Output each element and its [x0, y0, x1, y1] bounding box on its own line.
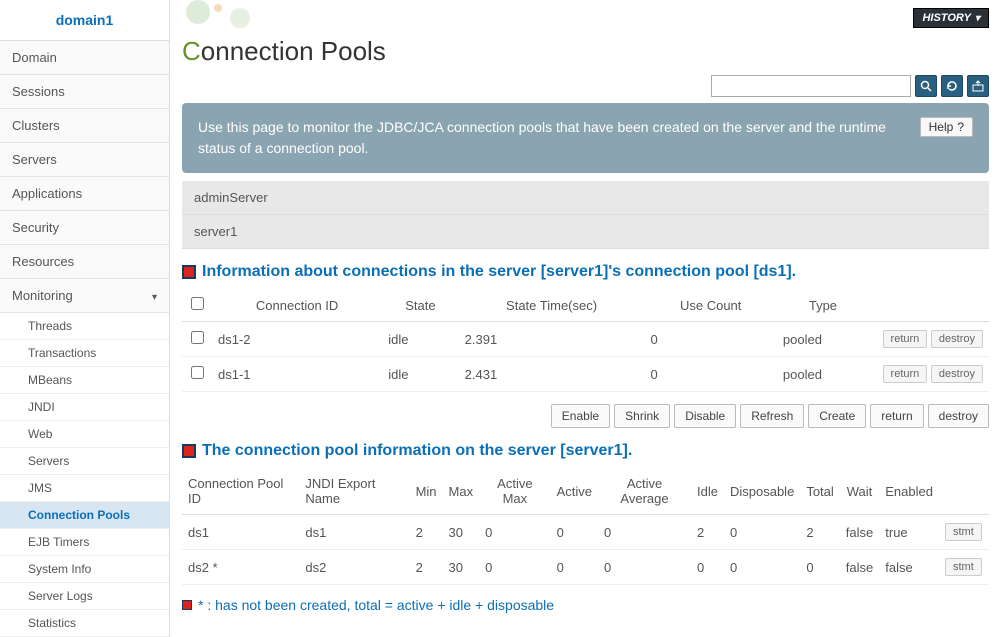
- export-xml-icon[interactable]: [967, 75, 989, 97]
- return-button[interactable]: return: [883, 365, 928, 383]
- column-header: State: [382, 289, 458, 322]
- pool-info-table: Connection Pool IDJNDI Export NameMinMax…: [182, 468, 989, 585]
- column-header: Use Count: [644, 289, 776, 322]
- table-row: ds1-1idle2.4310pooledreturn destroy: [182, 357, 989, 392]
- disable-button[interactable]: Disable: [674, 404, 736, 428]
- sidebar-item-domain[interactable]: Domain: [0, 41, 169, 75]
- table-row: ds1ds1230000202falsetruestmt: [182, 515, 989, 550]
- sidebar-subitem-transactions[interactable]: Transactions: [0, 340, 169, 367]
- column-header: Min: [410, 468, 443, 515]
- create-button[interactable]: Create: [808, 404, 866, 428]
- column-header: Active Max: [479, 468, 551, 515]
- destroy-button[interactable]: destroy: [931, 365, 983, 383]
- row-checkbox[interactable]: [191, 331, 204, 344]
- table-row: ds1-2idle2.3910pooledreturn destroy: [182, 322, 989, 357]
- column-header: Active: [551, 468, 598, 515]
- sidebar-subitem-system-info[interactable]: System Info: [0, 556, 169, 583]
- section-icon: [182, 265, 196, 279]
- search-input[interactable]: [711, 75, 911, 97]
- sidebar-item-clusters[interactable]: Clusters: [0, 109, 169, 143]
- shrink-button[interactable]: Shrink: [614, 404, 670, 428]
- refresh-button[interactable]: Refresh: [740, 404, 804, 428]
- return-button[interactable]: return: [883, 330, 928, 348]
- main-content: HISTORY Connection Pools Use this page t…: [170, 0, 1001, 637]
- refresh-icon[interactable]: [941, 75, 963, 97]
- search-icon[interactable]: [915, 75, 937, 97]
- page-title: Connection Pools: [182, 28, 989, 75]
- section-title-poolinfo: The connection pool information on the s…: [182, 442, 989, 460]
- sidebar-subitem-connection-pools[interactable]: Connection Pools: [0, 502, 169, 529]
- column-header: Total: [800, 468, 839, 515]
- sidebar-subitem-statistics[interactable]: Statistics: [0, 610, 169, 637]
- sidebar-item-applications[interactable]: Applications: [0, 177, 169, 211]
- column-header: Connection Pool ID: [182, 468, 299, 515]
- sidebar-subitem-ejb-timers[interactable]: EJB Timers: [0, 529, 169, 556]
- sidebar-subitem-server-logs[interactable]: Server Logs: [0, 583, 169, 610]
- select-all-checkbox[interactable]: [191, 297, 204, 310]
- section-icon: [182, 444, 196, 458]
- help-icon: ?: [957, 120, 964, 134]
- column-header: Idle: [691, 468, 724, 515]
- help-button[interactable]: Help ?: [920, 117, 973, 137]
- sidebar-item-resources[interactable]: Resources: [0, 245, 169, 279]
- row-checkbox[interactable]: [191, 366, 204, 379]
- stmt-button[interactable]: stmt: [945, 523, 982, 541]
- server-row-adminserver[interactable]: adminServer: [182, 181, 989, 215]
- sidebar-item-monitoring[interactable]: Monitoring: [0, 279, 169, 313]
- column-header: Connection ID: [212, 289, 382, 322]
- server-list: adminServerserver1: [182, 181, 989, 249]
- server-row-server1[interactable]: server1: [182, 215, 989, 249]
- column-header: JNDI Export Name: [299, 468, 409, 515]
- destroy-button[interactable]: destroy: [928, 404, 989, 428]
- column-header: Type: [777, 289, 869, 322]
- footnote: * : has not been created, total = active…: [182, 597, 989, 613]
- sidebar: domain1 DomainSessionsClustersServersApp…: [0, 0, 170, 637]
- column-header: Max: [443, 468, 480, 515]
- sidebar-subitem-threads[interactable]: Threads: [0, 313, 169, 340]
- enable-button[interactable]: Enable: [551, 404, 610, 428]
- column-header: Wait: [840, 468, 879, 515]
- column-header: State Time(sec): [459, 289, 645, 322]
- chevron-down-icon: [152, 288, 157, 303]
- decor-icon: [180, 0, 260, 30]
- table-row: ds2 *ds2230000000falsefalsestmt: [182, 550, 989, 585]
- sidebar-subitem-mbeans[interactable]: MBeans: [0, 367, 169, 394]
- sidebar-subitem-jms[interactable]: JMS: [0, 475, 169, 502]
- destroy-button[interactable]: destroy: [931, 330, 983, 348]
- action-buttons: EnableShrinkDisableRefreshCreatereturnde…: [182, 404, 989, 428]
- section-title-connections: Information about connections in the ser…: [182, 263, 989, 281]
- sidebar-title[interactable]: domain1: [0, 0, 169, 41]
- footnote-icon: [182, 600, 192, 610]
- sidebar-subitem-web[interactable]: Web: [0, 421, 169, 448]
- history-button[interactable]: HISTORY: [913, 8, 989, 28]
- sidebar-subitem-servers[interactable]: Servers: [0, 448, 169, 475]
- column-header: Active Average: [598, 468, 691, 515]
- sidebar-item-security[interactable]: Security: [0, 211, 169, 245]
- info-banner: Use this page to monitor the JDBC/JCA co…: [182, 103, 989, 173]
- return-button[interactable]: return: [870, 404, 923, 428]
- stmt-button[interactable]: stmt: [945, 558, 982, 576]
- sidebar-subitem-jndi[interactable]: JNDI: [0, 394, 169, 421]
- column-header: Enabled: [879, 468, 939, 515]
- sidebar-item-servers[interactable]: Servers: [0, 143, 169, 177]
- column-header: Disposable: [724, 468, 800, 515]
- connections-table: Connection IDStateState Time(sec)Use Cou…: [182, 289, 989, 392]
- sidebar-item-sessions[interactable]: Sessions: [0, 75, 169, 109]
- chevron-down-icon: [975, 12, 980, 24]
